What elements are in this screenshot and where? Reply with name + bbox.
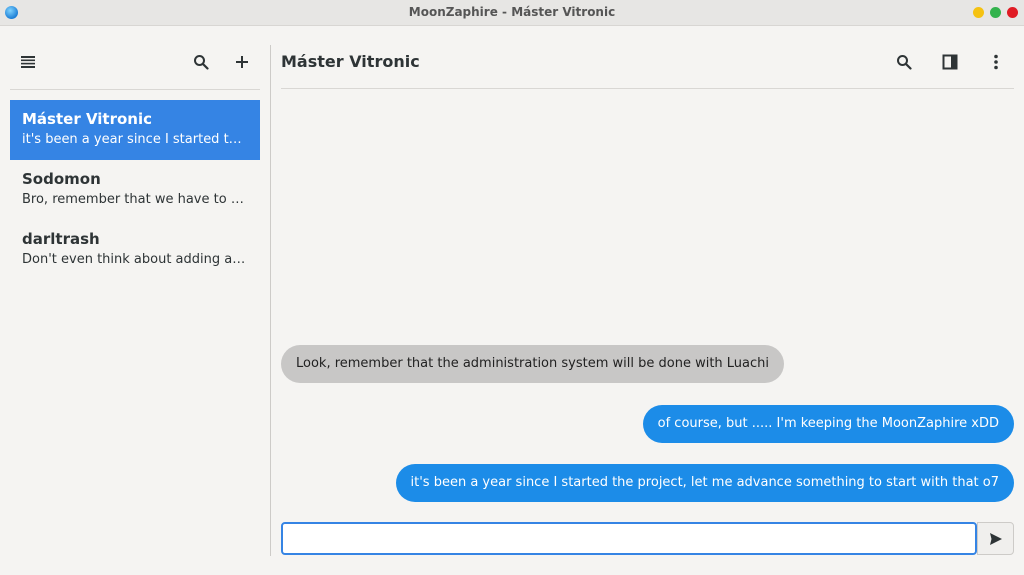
search-messages-button[interactable] [890, 48, 918, 76]
close-button[interactable] [1007, 7, 1018, 18]
incoming-message-bubble: Look, remember that the administration s… [281, 345, 785, 383]
new-chat-button[interactable] [228, 48, 256, 76]
more-vertical-icon [994, 54, 998, 70]
chat-list-item[interactable]: darltrash Don't even think about adding … [10, 220, 260, 280]
send-icon [989, 532, 1002, 545]
plus-icon [236, 56, 248, 68]
sidebar-divider [10, 89, 260, 90]
search-icon [897, 55, 912, 70]
chat-preview: it's been a year since I started the pr… [22, 132, 248, 147]
send-button[interactable] [977, 522, 1014, 555]
sidebar: Máster Vitronic it's been a year since I… [0, 26, 270, 575]
window-titlebar: MoonZaphire - Máster Vitronic [0, 0, 1024, 26]
chat-preview: Bro, remember that we have to sup… [22, 192, 248, 207]
minimize-button[interactable] [973, 7, 984, 18]
chat-name: darltrash [22, 230, 100, 248]
window-title: MoonZaphire - Máster Vitronic [408, 5, 616, 19]
search-chats-button[interactable] [187, 48, 215, 76]
conversation-pane: Máster Vitronic Look, remember that the … [271, 26, 1024, 575]
chat-list-item[interactable]: Sodomon Bro, remember that we have to su… [10, 160, 260, 220]
chat-list-item[interactable]: Máster Vitronic it's been a year since I… [10, 100, 260, 160]
maximize-button[interactable] [990, 7, 1001, 18]
outgoing-message-bubble: of course, but ..... I'm keeping the Moo… [642, 405, 1014, 443]
more-options-button[interactable] [982, 48, 1010, 76]
chat-name: Máster Vitronic [22, 110, 153, 128]
toggle-sidebar-button[interactable] [936, 48, 964, 76]
search-icon [194, 55, 209, 70]
conversation-title: Máster Vitronic [281, 52, 420, 71]
header-divider [281, 88, 1014, 89]
message-input[interactable] [283, 524, 975, 553]
outgoing-message-bubble: it's been a year since I started the pro… [395, 464, 1014, 502]
message-composer [281, 522, 977, 555]
menu-button[interactable] [14, 48, 42, 76]
chat-name: Sodomon [22, 170, 101, 188]
sidebar-toggle-icon [942, 54, 958, 70]
hamburger-menu-icon [21, 56, 35, 68]
chat-preview: Don't even think about adding a he… [22, 252, 248, 267]
